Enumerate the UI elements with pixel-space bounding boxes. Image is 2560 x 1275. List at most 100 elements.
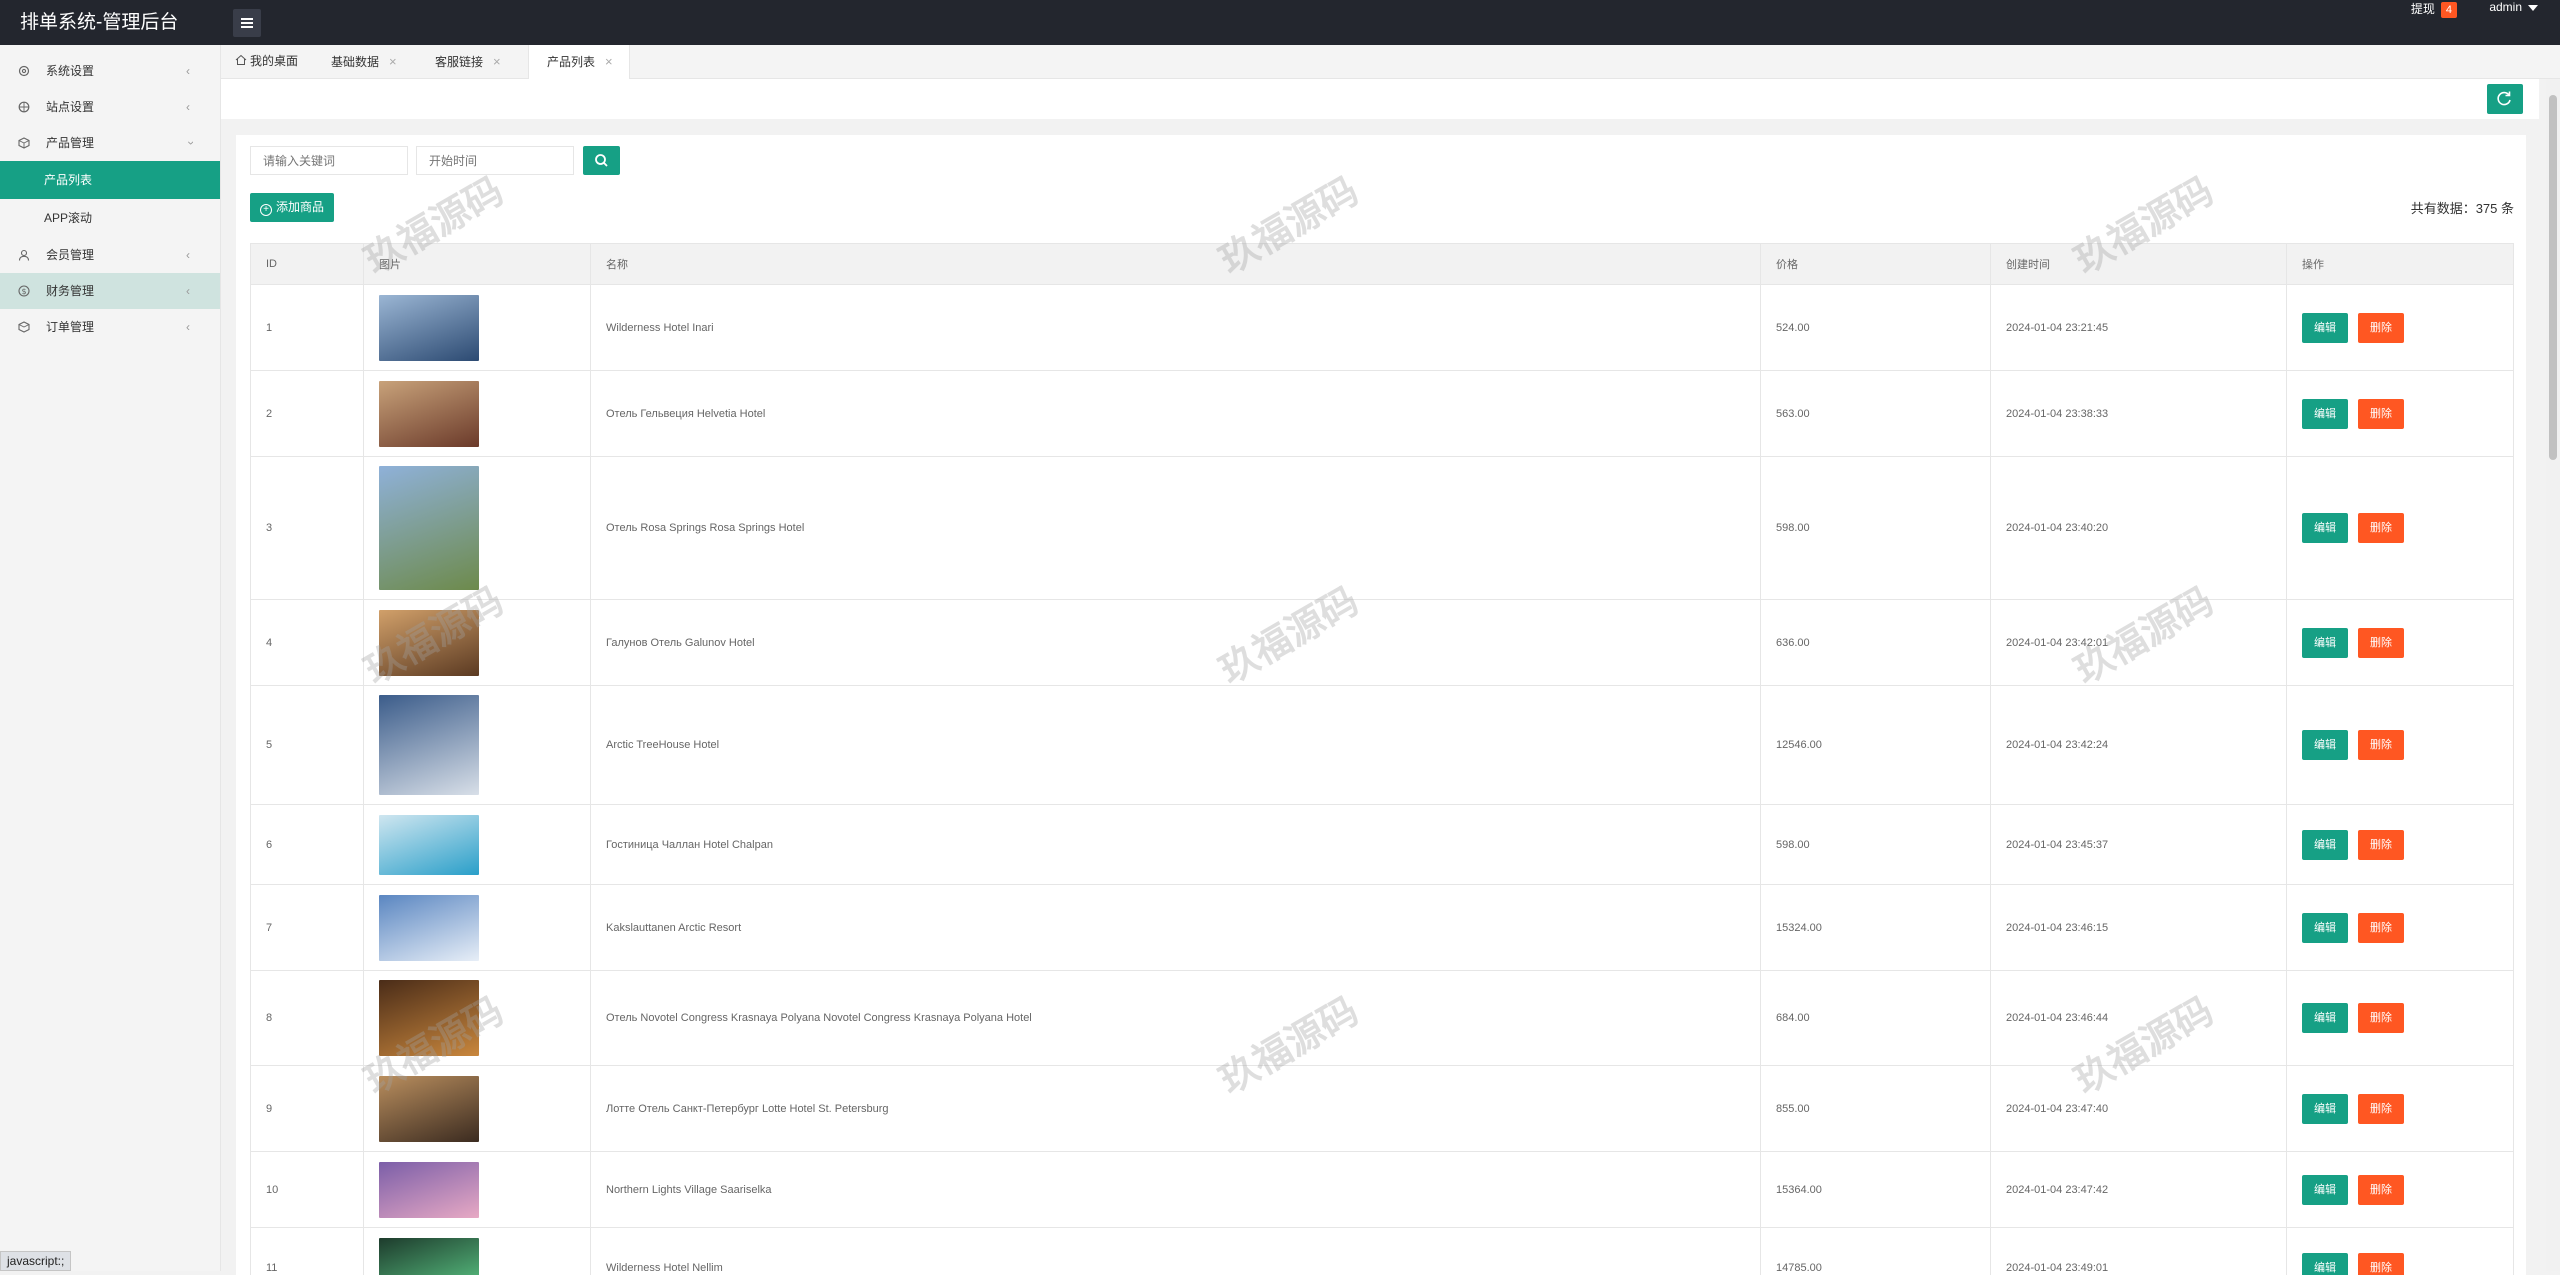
- top-header: 排单系统-管理后台 提现4 admin: [0, 0, 2560, 45]
- edit-button[interactable]: 编辑: [2302, 1253, 2348, 1275]
- toolbar-strip: [221, 79, 2539, 119]
- close-icon[interactable]: ×: [605, 54, 613, 69]
- edit-button[interactable]: 编辑: [2302, 1094, 2348, 1124]
- edit-button[interactable]: 编辑: [2302, 730, 2348, 760]
- column-header-price: 价格: [1761, 244, 1991, 285]
- scrollbar-thumb[interactable]: [2549, 95, 2557, 460]
- cell-name: Отель Rosa Springs Rosa Springs Hotel: [591, 457, 1761, 600]
- box-icon: [18, 137, 30, 149]
- tab-product-list[interactable]: 产品列表×: [528, 45, 630, 79]
- cell-created: 2024-01-04 23:47:40: [1991, 1066, 2287, 1152]
- edit-button[interactable]: 编辑: [2302, 1175, 2348, 1205]
- sidebar-item-site-settings[interactable]: 站点设置 ‹: [0, 89, 220, 125]
- cell-image: [364, 885, 591, 971]
- edit-button[interactable]: 编辑: [2302, 313, 2348, 343]
- sidebar-item-product-management[interactable]: 产品管理 ‹: [0, 125, 220, 161]
- delete-button[interactable]: 删除: [2358, 399, 2404, 429]
- cell-image: [364, 805, 591, 885]
- table-row: 7Kakslauttanen Arctic Resort15324.002024…: [251, 885, 2514, 971]
- keyword-search-input[interactable]: [250, 146, 408, 175]
- delete-button[interactable]: 删除: [2358, 513, 2404, 543]
- delete-button[interactable]: 删除: [2358, 1094, 2404, 1124]
- product-thumbnail: [379, 815, 479, 875]
- cell-image: [364, 600, 591, 686]
- delete-button[interactable]: 删除: [2358, 1003, 2404, 1033]
- tab-basic-data[interactable]: 基础数据 ×: [331, 45, 397, 78]
- table-row: 1Wilderness Hotel Inari524.002024-01-04 …: [251, 285, 2514, 371]
- cell-created: 2024-01-04 23:46:44: [1991, 971, 2287, 1066]
- sidebar-item-label: 订单管理: [46, 320, 94, 334]
- close-icon[interactable]: ×: [493, 54, 501, 69]
- cell-id: 11: [251, 1228, 364, 1275]
- delete-button[interactable]: 删除: [2358, 313, 2404, 343]
- sidebar-subitem-product-list[interactable]: 产品列表: [0, 161, 220, 199]
- delete-button[interactable]: 删除: [2358, 1253, 2404, 1275]
- search-button[interactable]: [583, 146, 620, 175]
- chevron-left-icon: ‹: [186, 53, 190, 89]
- product-thumbnail: [379, 1076, 479, 1142]
- delete-button[interactable]: 删除: [2358, 913, 2404, 943]
- edit-button[interactable]: 编辑: [2302, 399, 2348, 429]
- cell-id: 9: [251, 1066, 364, 1152]
- cell-price: 14785.00: [1761, 1228, 1991, 1275]
- cell-id: 3: [251, 457, 364, 600]
- cell-actions: 编辑删除: [2287, 805, 2514, 885]
- sidebar-item-system-settings[interactable]: 系统设置 ‹: [0, 53, 220, 89]
- tab-desktop[interactable]: 我的桌面: [235, 45, 298, 78]
- product-thumbnail: [379, 466, 479, 590]
- close-icon[interactable]: ×: [389, 54, 397, 69]
- svg-text:$: $: [21, 287, 26, 296]
- delete-button[interactable]: 删除: [2358, 628, 2404, 658]
- cell-created: 2024-01-04 23:46:15: [1991, 885, 2287, 971]
- edit-button[interactable]: 编辑: [2302, 830, 2348, 860]
- refresh-icon: [2487, 84, 2523, 114]
- sidebar-item-label: 会员管理: [46, 248, 94, 262]
- sidebar-item-finance-management[interactable]: $ 财务管理 ‹: [0, 273, 220, 309]
- withdraw-link[interactable]: 提现4: [2411, 0, 2457, 18]
- chevron-left-icon: ‹: [186, 309, 190, 345]
- cell-price: 15364.00: [1761, 1152, 1991, 1228]
- edit-button[interactable]: 编辑: [2302, 913, 2348, 943]
- delete-button[interactable]: 删除: [2358, 1175, 2404, 1205]
- cell-price: 524.00: [1761, 285, 1991, 371]
- sidebar-item-label: 财务管理: [46, 284, 94, 298]
- product-thumbnail: [379, 1238, 479, 1275]
- cell-name: Kakslauttanen Arctic Resort: [591, 885, 1761, 971]
- page-scrollbar[interactable]: [2546, 79, 2560, 1271]
- refresh-button[interactable]: [2487, 84, 2523, 114]
- username: admin: [2489, 0, 2522, 14]
- sidebar-item-member-management[interactable]: 会员管理 ‹: [0, 237, 220, 273]
- user-menu[interactable]: admin: [2489, 0, 2538, 14]
- table-row: 5Arctic TreeHouse Hotel12546.002024-01-0…: [251, 686, 2514, 805]
- delete-button[interactable]: 删除: [2358, 730, 2404, 760]
- sidebar-item-order-management[interactable]: 订单管理 ‹: [0, 309, 220, 345]
- sidebar-subitem-app-scroll[interactable]: APP滚动: [0, 199, 220, 237]
- cell-image: [364, 371, 591, 457]
- cell-created: 2024-01-04 23:42:01: [1991, 600, 2287, 686]
- tab-label: 基础数据: [331, 55, 379, 69]
- cell-id: 4: [251, 600, 364, 686]
- delete-button[interactable]: 删除: [2358, 830, 2404, 860]
- cell-created: 2024-01-04 23:38:33: [1991, 371, 2287, 457]
- product-thumbnail: [379, 695, 479, 795]
- cell-name: Northern Lights Village Saariselka: [591, 1152, 1761, 1228]
- order-icon: [18, 321, 30, 333]
- cell-actions: 编辑删除: [2287, 1066, 2514, 1152]
- globe-icon: [18, 101, 30, 113]
- caret-down-icon: [2528, 5, 2538, 11]
- sidebar-item-label: 产品管理: [46, 136, 94, 150]
- sidebar-item-label: APP滚动: [44, 211, 92, 225]
- table-row: 6Гостиница Чаллан Hotel Chalpan598.00202…: [251, 805, 2514, 885]
- tab-service-link[interactable]: 客服链接×: [435, 45, 501, 78]
- edit-button[interactable]: 编辑: [2302, 513, 2348, 543]
- start-time-input[interactable]: [416, 146, 574, 175]
- add-product-button[interactable]: +添加商品: [250, 193, 334, 222]
- cell-id: 6: [251, 805, 364, 885]
- total-count: 共有数据：375 条: [2411, 198, 2514, 217]
- menu-toggle-button[interactable]: [233, 9, 261, 37]
- cell-image: [364, 686, 591, 805]
- edit-button[interactable]: 编辑: [2302, 628, 2348, 658]
- edit-button[interactable]: 编辑: [2302, 1003, 2348, 1033]
- table-row: 3Отель Rosa Springs Rosa Springs Hotel59…: [251, 457, 2514, 600]
- table-body: 1Wilderness Hotel Inari524.002024-01-04 …: [251, 285, 2514, 1275]
